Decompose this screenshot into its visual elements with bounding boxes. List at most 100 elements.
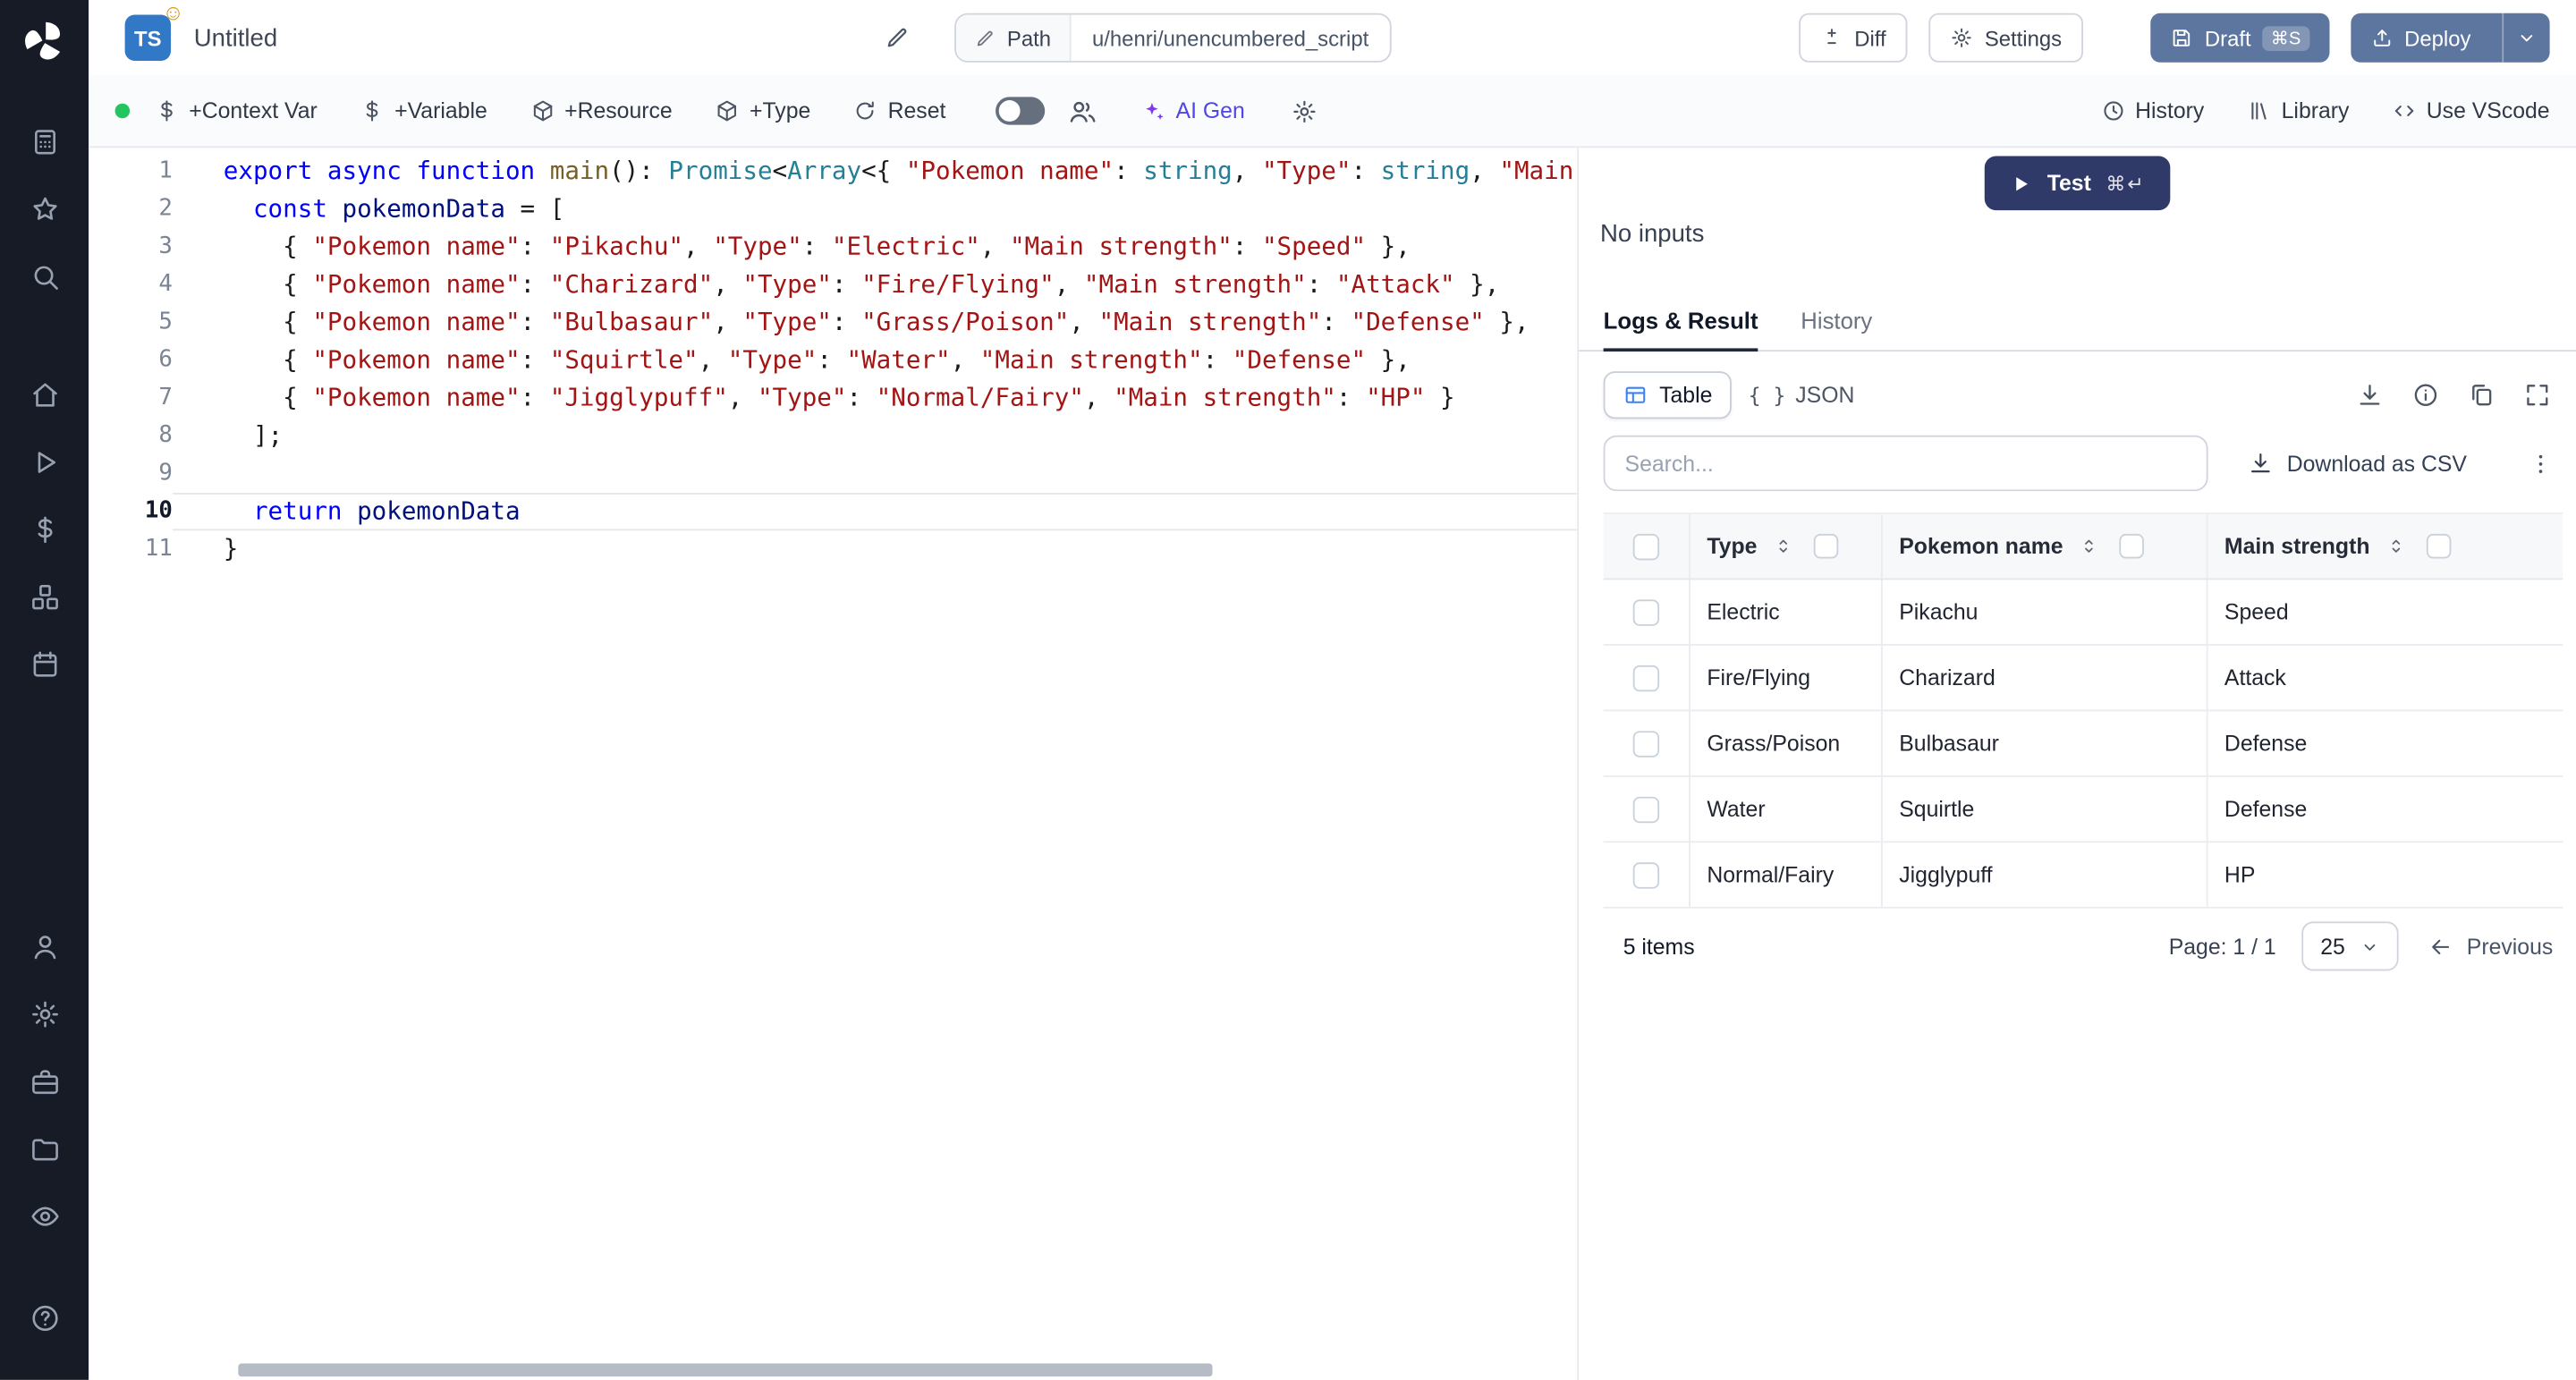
reset-button[interactable]: Reset	[853, 98, 945, 123]
multiplayer-users-button[interactable]	[1064, 93, 1100, 129]
windmill-logo[interactable]	[20, 16, 69, 65]
code-text: { "Pokemon name": "Charizard", "Type": "…	[173, 267, 1577, 304]
page-size-select[interactable]: 25	[2302, 921, 2399, 970]
result-search-input[interactable]	[1604, 436, 2208, 491]
table-menu-button[interactable]	[2527, 449, 2555, 477]
code-line-11[interactable]: 11}	[89, 530, 1577, 568]
horizontal-scrollbar[interactable]	[224, 1363, 1567, 1376]
column-checkbox[interactable]	[2119, 534, 2144, 559]
code-line-4[interactable]: 4 { "Pokemon name": "Charizard", "Type":…	[89, 267, 1577, 304]
previous-page-button[interactable]: Previous	[2429, 934, 2554, 959]
sidebar-item-audit-logs[interactable]	[16, 1190, 72, 1242]
add-resource-button[interactable]: +Resource	[530, 98, 673, 123]
diff-button[interactable]: Diff	[1799, 13, 1908, 63]
sidebar-item-search[interactable]	[16, 250, 72, 302]
code-editor[interactable]: 1export async function main(): Promise<A…	[89, 148, 1577, 1380]
ai-gen-button[interactable]: AI Gen	[1140, 97, 1245, 123]
path-group[interactable]: Path u/henri/unencumbered_script	[954, 13, 1392, 63]
code-line-10[interactable]: 10 return pokemonData	[89, 493, 1577, 530]
row-select-cell[interactable]	[1604, 777, 1690, 842]
row-checkbox[interactable]	[1633, 598, 1659, 624]
table-cell: Speed	[2208, 580, 2563, 644]
add-variable-button[interactable]: +Variable	[360, 98, 487, 123]
view-json-button[interactable]: { } JSON	[1732, 371, 1870, 419]
sidebar-item-favorites[interactable]	[16, 182, 72, 235]
toolbox-icon	[29, 1065, 60, 1096]
select-all-checkbox[interactable]	[1633, 533, 1659, 559]
code-line-2[interactable]: 2 const pokemonData = [	[89, 190, 1577, 228]
row-select-cell[interactable]	[1604, 646, 1690, 710]
use-vscode-button[interactable]: Use VScode	[2392, 98, 2549, 123]
row-checkbox[interactable]	[1633, 730, 1659, 756]
sidebar-item-folders[interactable]	[16, 1122, 72, 1174]
pencil-icon	[884, 25, 910, 51]
deploy-dropdown-button[interactable]	[2502, 13, 2549, 63]
code-line-8[interactable]: 8 ];	[89, 418, 1577, 455]
download-result-button[interactable]	[2352, 377, 2387, 412]
column-header[interactable]: Pokemon name	[1883, 514, 2208, 579]
library-button[interactable]: Library	[2247, 98, 2349, 123]
sidebar-item-apps[interactable]	[16, 115, 72, 168]
code-line-3[interactable]: 3 { "Pokemon name": "Pikachu", "Type": "…	[89, 228, 1577, 266]
add-type-button[interactable]: +Type	[715, 98, 810, 123]
code-line-9[interactable]: 9	[89, 455, 1577, 493]
row-select-cell[interactable]	[1604, 580, 1690, 644]
settings-button[interactable]: Settings	[1928, 13, 2083, 63]
code-line-7[interactable]: 7 { "Pokemon name": "Jigglypuff", "Type"…	[89, 379, 1577, 417]
row-select-cell[interactable]	[1604, 711, 1690, 775]
table-row[interactable]: Normal/FairyJig​glypuffHP	[1604, 842, 2563, 908]
code-line-5[interactable]: 5 { "Pokemon name": "Bulbasaur", "Type":…	[89, 304, 1577, 342]
code-line-1[interactable]: 1export async function main(): Promise<A…	[89, 153, 1577, 190]
sidebar-item-resources[interactable]	[16, 570, 72, 622]
download-csv-button[interactable]: Download as CSV	[2248, 450, 2467, 476]
sidebar-item-variables[interactable]	[16, 503, 72, 555]
draft-button[interactable]: Draft ⌘S	[2150, 13, 2328, 63]
table-row[interactable]: WaterSquirtleDefense	[1604, 777, 2563, 842]
column-header[interactable]: Main strength	[2208, 514, 2563, 579]
sidebar-item-workers[interactable]	[16, 1054, 72, 1107]
select-all-cell[interactable]	[1604, 514, 1690, 579]
script-toolbar: +Context Var +Variable +Resource +Type Reset…	[89, 75, 2576, 148]
diff-icon	[1820, 26, 1843, 49]
cell-value: HP	[2224, 862, 2255, 887]
path-label[interactable]: Path	[956, 15, 1071, 61]
vscode-icon	[2392, 98, 2417, 123]
history-button[interactable]: History	[2101, 98, 2205, 123]
sidebar-item-settings[interactable]	[16, 987, 72, 1040]
tab-logs-and-result[interactable]: Logs & Result	[1604, 307, 1758, 351]
column-checkbox[interactable]	[2426, 534, 2451, 559]
tab-history[interactable]: History	[1801, 307, 1872, 350]
edit-summary-button[interactable]	[880, 21, 913, 55]
search-icon	[29, 260, 60, 292]
multiplayer-toggle[interactable]	[996, 97, 1045, 124]
code-line-6[interactable]: 6 { "Pokemon name": "Squirtle", "Type": …	[89, 342, 1577, 379]
sidebar-item-help[interactable]	[16, 1291, 72, 1344]
sidebar-item-schedules[interactable]	[16, 638, 72, 690]
scrollbar-thumb[interactable]	[238, 1363, 1212, 1376]
sidebar-item-account[interactable]	[16, 920, 72, 973]
column-header[interactable]: Type	[1690, 514, 1883, 579]
test-button[interactable]: Test ⌘↵	[1985, 156, 2170, 210]
deploy-button[interactable]: Deploy	[2350, 13, 2549, 63]
result-info-button[interactable]	[2409, 377, 2444, 412]
copy-result-button[interactable]	[2464, 377, 2499, 412]
expand-result-button[interactable]	[2521, 377, 2555, 412]
deploy-main-segment[interactable]: Deploy	[2350, 13, 2490, 63]
view-table-button[interactable]: Table	[1604, 371, 1733, 419]
row-select-cell[interactable]	[1604, 842, 1690, 907]
table-row[interactable]: Fire/FlyingCharizardAttack	[1604, 646, 2563, 711]
editor-settings-button[interactable]	[1288, 95, 1321, 128]
table-row[interactable]: ElectricPikachuSpeed	[1604, 580, 2563, 645]
row-checkbox[interactable]	[1633, 796, 1659, 822]
cell-value: Attack	[2224, 665, 2286, 690]
sidebar-item-home[interactable]	[16, 368, 72, 420]
column-checkbox[interactable]	[1813, 534, 1838, 559]
row-checkbox[interactable]	[1633, 665, 1659, 690]
sidebar-item-runs[interactable]	[16, 436, 72, 488]
add-context-var-button[interactable]: +Context Var	[155, 98, 318, 123]
row-checkbox[interactable]	[1633, 861, 1659, 887]
table-row[interactable]: Grass/PoisonBulbasaurDefense	[1604, 711, 2563, 776]
path-value[interactable]: u/henri/unencumbered_script	[1071, 15, 1390, 61]
chevron-down-icon	[2515, 26, 2538, 49]
eye-icon	[29, 1200, 60, 1232]
